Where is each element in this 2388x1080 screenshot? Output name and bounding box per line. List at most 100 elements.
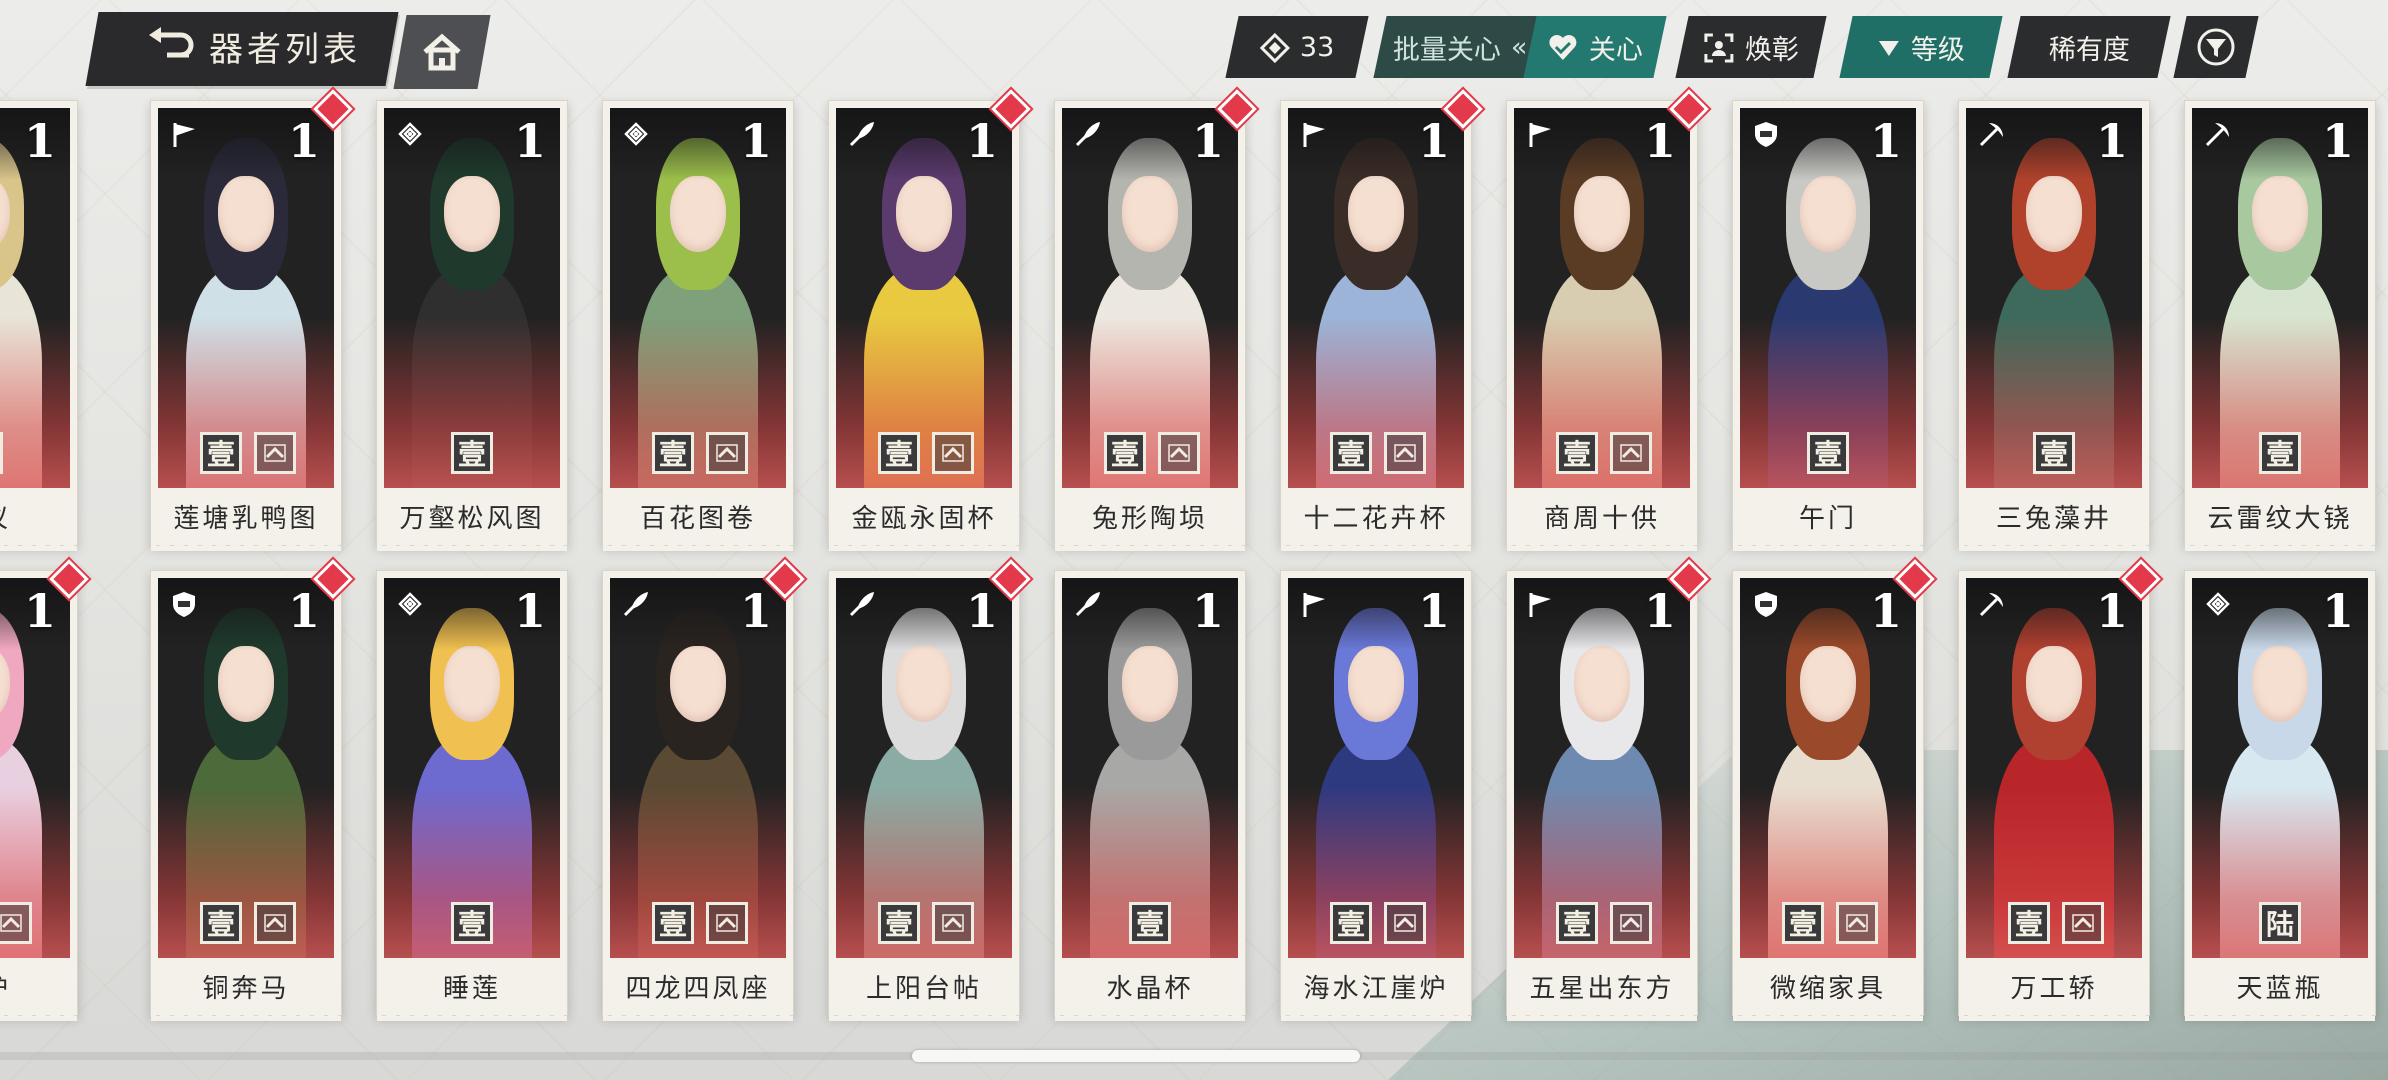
upgrade-chevron-icon <box>1384 902 1426 944</box>
character-card[interactable]: 1 壹 万壑松风图 <box>376 100 568 551</box>
character-card[interactable]: 1 壹 海水江崖炉 <box>1280 570 1472 1021</box>
character-card[interactable]: 1 壹 睡莲 <box>376 570 568 1021</box>
portrait-face <box>895 646 953 723</box>
card-level: 1 <box>513 584 546 638</box>
card-level: 1 <box>2321 114 2354 168</box>
character-portrait: 1 壹 <box>0 578 70 958</box>
knot-icon <box>618 116 654 152</box>
portrait-face <box>1121 176 1179 253</box>
collection-count: 33 <box>1225 16 1369 78</box>
character-portrait: 1 壹 <box>384 108 560 488</box>
character-card[interactable]: 1 壹 微缩家具 <box>1732 559 1935 1021</box>
upgrade-chevron-icon <box>1384 432 1426 474</box>
portrait-face <box>669 646 727 723</box>
knot-icon <box>392 586 428 622</box>
upgrade-chevron-icon <box>2062 902 2104 944</box>
portrait-face <box>217 176 275 253</box>
character-card[interactable]: 1 壹 兔形陶埙 <box>1054 89 1257 551</box>
huanzhang-button[interactable]: 焕彰 <box>1675 16 1827 78</box>
card-name: 海水江崖炉 <box>1303 973 1449 1004</box>
card-notch-edge <box>1281 541 1471 551</box>
portrait-face <box>2025 646 2083 723</box>
character-portrait: 1 壹 <box>1062 578 1238 958</box>
card-notch-edge <box>1507 541 1697 551</box>
portrait-fade <box>1514 317 1690 488</box>
rank-badge: 贰 <box>0 432 3 474</box>
portrait-face <box>1799 646 1857 723</box>
character-card[interactable]: 1 壹 四龙四凤座 <box>602 559 805 1021</box>
care-button[interactable]: 关心 <box>1523 16 1667 78</box>
upgrade-chevron-icon <box>932 432 974 474</box>
card-name: 万工轿 <box>2010 973 2098 1004</box>
card-notch-edge <box>1281 1011 1471 1021</box>
card-level: 1 <box>1643 584 1676 638</box>
character-card[interactable]: 1 壹 五星出东方 <box>1506 559 1709 1021</box>
card-name: 睡莲 <box>442 973 501 1004</box>
level-sort-button[interactable]: 等级 <box>1839 16 2003 78</box>
home-button[interactable] <box>393 15 491 89</box>
card-notch-edge <box>1507 1011 1697 1021</box>
card-name: 云雷纹大铙 <box>2207 503 2353 534</box>
character-portrait: 1 壹 <box>384 578 560 958</box>
character-card[interactable]: 1 壹 三兔藻井 <box>1958 100 2150 551</box>
back-arrow-icon[interactable] <box>145 25 195 69</box>
portrait-face <box>895 176 953 253</box>
horizontal-scroll-thumb[interactable] <box>912 1050 1360 1062</box>
card-name: 铜奔马 <box>202 973 290 1004</box>
character-portrait: 1 壹 <box>1966 108 2142 488</box>
rarity-sort-button[interactable]: 稀有度 <box>2007 16 2171 78</box>
shield-icon <box>1748 586 1784 622</box>
character-card[interactable]: 1 贰 天仪 <box>0 100 78 551</box>
card-notch-edge <box>1733 1011 1923 1021</box>
card-notch-edge <box>377 541 567 551</box>
card-notch-edge <box>2185 541 2375 551</box>
rank-badge: 壹 <box>200 902 242 944</box>
character-portrait: 1 壹 <box>1514 578 1690 958</box>
card-notch-edge <box>0 541 77 551</box>
portrait-face <box>443 646 501 723</box>
character-card[interactable]: 1 壹 金瓯永固杯 <box>828 89 1031 551</box>
batch-care-button[interactable]: 批量关心 « <box>1373 16 1547 78</box>
card-level: 1 <box>739 114 772 168</box>
character-card[interactable]: 1 壹 万工轿 <box>1958 559 2161 1021</box>
quill-icon <box>844 586 880 622</box>
knot-icon <box>2200 586 2236 622</box>
character-card[interactable]: 1 壹 十二花卉杯 <box>1280 89 1483 551</box>
character-card[interactable]: 1 壹 百花图卷 <box>602 100 794 551</box>
character-card[interactable]: 1 壹 莲塘乳鸭图 <box>150 89 353 551</box>
quill-icon <box>618 586 654 622</box>
card-name: 万壑松风图 <box>399 503 545 534</box>
flag-icon <box>166 116 202 152</box>
rank-badge: 壹 <box>1129 902 1171 944</box>
page-title: 器者列表 <box>209 30 361 70</box>
card-name: 十二花卉杯 <box>1303 503 1449 534</box>
card-level: 1 <box>2095 584 2128 638</box>
card-level: 1 <box>1417 114 1450 168</box>
flag-icon <box>1296 116 1332 152</box>
portrait-face <box>1573 176 1631 253</box>
character-card[interactable]: 1 壹 铜奔马 <box>150 559 353 1021</box>
rank-badge: 壹 <box>652 902 694 944</box>
portrait-face <box>217 646 275 723</box>
character-card[interactable]: 1 壹 云雷纹大铙 <box>2184 100 2376 551</box>
character-card[interactable]: 1 壹 上阳台帖 <box>828 559 1031 1021</box>
character-card[interactable]: 1 壹 鏊炉 <box>0 559 89 1021</box>
rank-badge: 壹 <box>652 432 694 474</box>
character-card[interactable]: 1 壹 商周十供 <box>1506 89 1709 551</box>
portrait-fade <box>610 787 786 958</box>
character-card[interactable]: 1 壹 水晶杯 <box>1054 570 1246 1021</box>
card-notch-edge <box>2185 1011 2375 1021</box>
character-portrait: 1 壹 <box>836 578 1012 958</box>
upgrade-chevron-icon <box>706 902 748 944</box>
card-notch-edge <box>1733 541 1923 551</box>
character-card[interactable]: 1 壹 午门 <box>1732 100 1924 551</box>
character-card[interactable]: 1 陆 天蓝瓶 <box>2184 570 2376 1021</box>
filter-button[interactable] <box>2173 16 2259 78</box>
portrait-face <box>1347 176 1405 253</box>
card-level: 1 <box>2321 584 2354 638</box>
rank-badge: 壹 <box>1807 432 1849 474</box>
card-name: 兔形陶埙 <box>1091 503 1208 534</box>
character-portrait: 1 壹 <box>1740 108 1916 488</box>
upgrade-chevron-icon <box>254 432 296 474</box>
pick-icon <box>2200 116 2236 152</box>
